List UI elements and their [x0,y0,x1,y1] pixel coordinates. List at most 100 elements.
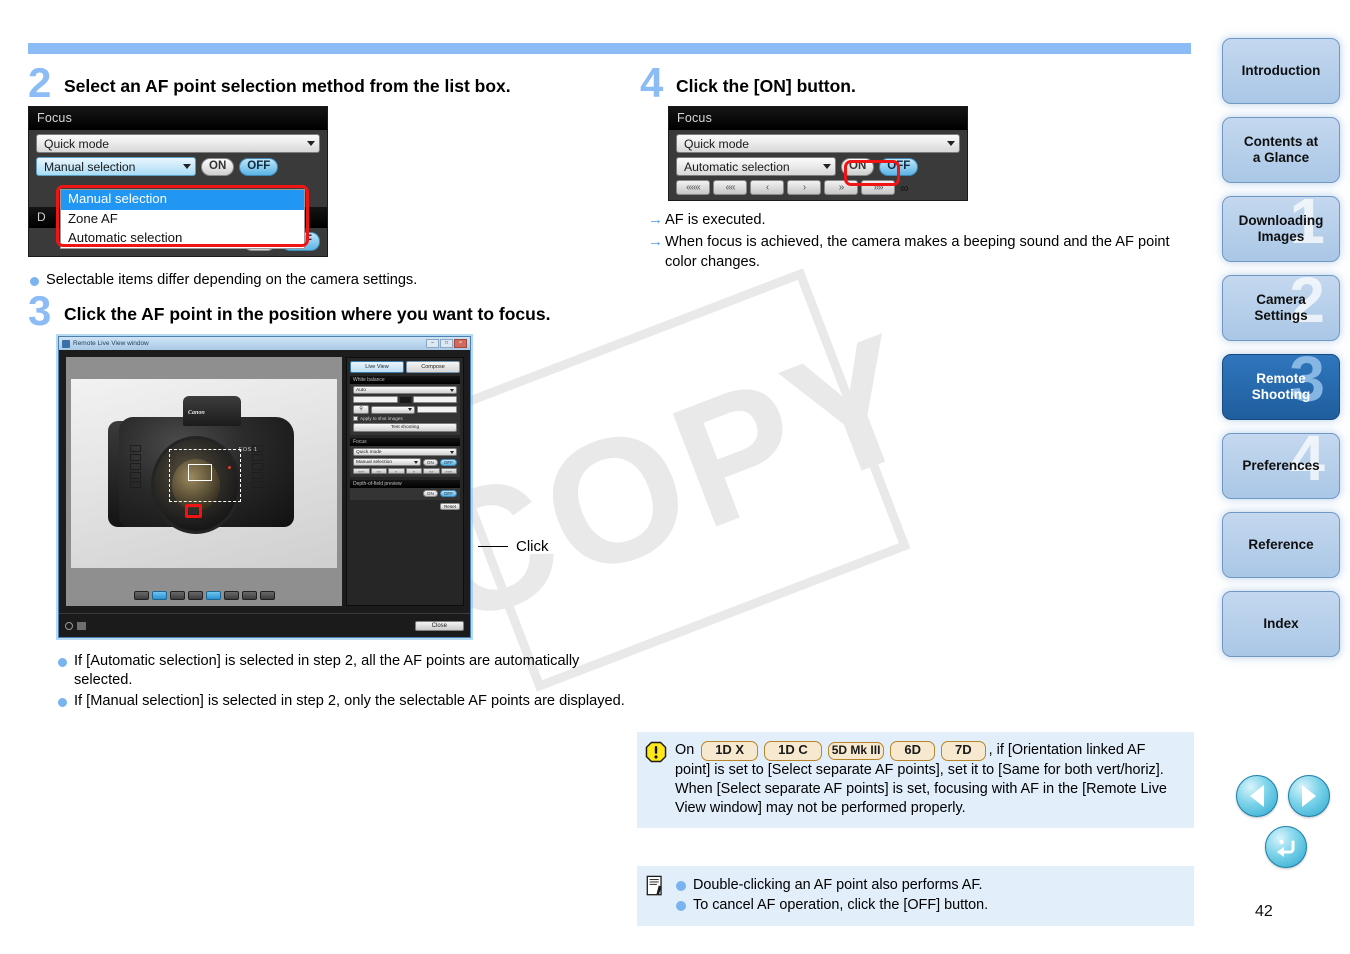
grid-tool-icon[interactable] [151,591,167,601]
af-point-column-left [129,445,141,489]
focus-panel-title: Focus [29,107,327,131]
page-navigation [1236,775,1336,868]
next-page-button[interactable] [1288,775,1330,817]
overlay-tool-icon[interactable] [223,591,239,601]
af-mode-value-4: Quick mode [684,136,750,151]
step-3-number: 3 [28,286,52,334]
sidebar-item-index[interactable]: Index [1222,591,1340,657]
focus-off-button[interactable]: OFF [439,458,457,466]
focus-far-3-button[interactable]: »» [861,180,895,196]
sidebar-item-label: Camera Settings [1254,292,1308,323]
left-content-column: 2 Select an AF point selection method fr… [28,62,628,712]
apply-to-shot-images-checkbox[interactable]: Apply to shot images [353,416,457,422]
checkbox-icon [353,416,358,422]
chevron-down-icon [823,164,831,170]
focus-near-3-button[interactable]: ««« [676,180,710,196]
maximize-button[interactable]: □ [440,339,453,349]
sidebar-item-label: Introduction [1241,63,1321,79]
camera-status-icon [77,621,86,630]
focus-near-2-button[interactable]: «« [713,180,747,196]
af-off-button[interactable]: OFF [239,157,279,176]
dof-off-button[interactable]: OFF [439,490,457,498]
sidebar-item-reference[interactable]: Reference [1222,512,1340,578]
focus-nav-buttons[interactable]: ««« «« « » »» »»» [353,468,457,475]
step-3-note-2: If [Manual selection] is selected in ste… [56,692,628,711]
chevron-down-icon [413,460,418,464]
focus-near-2[interactable]: «« [370,468,387,475]
wb-eyedropper-button[interactable]: ⚲ [353,405,369,415]
live-view-toolbar[interactable] [66,591,342,601]
dropdown-option-manual[interactable]: Manual selection [61,190,304,210]
minimize-button[interactable]: – [426,339,439,349]
focus-far-2-button[interactable]: » [824,180,858,196]
focus-near-1[interactable]: « [388,468,405,475]
focus-far-2[interactable]: »» [423,468,440,475]
note-item-2: To cancel AF operation, click the [OFF] … [675,895,1182,915]
test-shooting-button[interactable]: Test shooting [353,423,457,433]
white-balance-combo[interactable]: Auto [353,386,457,395]
tab-live-view[interactable]: Live View [350,361,404,374]
move-tool-icon[interactable] [133,591,149,601]
sidebar-item-remote-shooting[interactable]: 3 Remote Shooting [1222,354,1340,420]
focus-far-1[interactable]: » [405,468,422,475]
focus-nav-row-4[interactable]: ««« «« ‹ › » »» ∞ [676,180,960,196]
step-2-notes: Selectable items differ depending on the… [28,271,628,290]
chevron-down-icon [450,450,454,454]
rotate-right-icon[interactable] [187,591,203,601]
focus-on-button[interactable]: ON [422,458,438,466]
step-4-number: 4 [640,59,664,106]
arrow-right-icon [1302,785,1316,807]
sidebar-item-label: Contents at a Glance [1243,134,1319,165]
chevron-down-icon [183,164,191,170]
step-3-notes: If [Automatic selection] is selected in … [56,652,628,711]
af-mode-combo[interactable]: Quick mode [36,134,320,154]
back-button[interactable] [1265,826,1307,868]
apply-to-shot-images-label: Apply to shot images [360,416,403,422]
sidebar-item-camera-settings[interactable]: 2 Camera Settings [1222,275,1340,341]
af-selection-combo[interactable]: Manual selection [36,157,196,177]
side-panel-tabs[interactable]: Live View Compose [350,361,460,374]
focus-near-3[interactable]: ««« [353,468,370,475]
focus-near-1-button[interactable]: ‹ [750,180,784,196]
af-on-button-4[interactable]: ON [841,157,875,176]
dropdown-option-automatic[interactable]: Automatic selection [61,229,304,248]
warning-icon [645,741,667,763]
af-selection-combo-4[interactable]: Automatic selection [676,157,836,177]
af-point-selected[interactable] [185,503,203,518]
sidebar-item-preferences[interactable]: 4 Preferences [1222,433,1340,499]
histogram-icon[interactable] [241,591,257,601]
sidebar-item-label: Downloading Images [1238,213,1324,244]
focus-mode-combo[interactable]: Quick mode [353,448,457,457]
warning-notice: On 1D X 1D C 5D Mk III 6D 7D, if [Orientatio… [637,732,1194,828]
dof-on-button[interactable]: ON [422,490,438,498]
close-window-button[interactable]: Close [414,620,464,631]
step-3-note-1: If [Automatic selection] is selected in … [56,652,628,691]
sidebar-item-introduction[interactable]: Introduction [1222,38,1340,104]
wb-value-field[interactable] [353,396,398,404]
af-mode-combo-4[interactable]: Quick mode [676,134,960,154]
zoom-tool-icon[interactable] [259,591,275,601]
focus-far-3[interactable]: »»» [440,468,457,475]
close-icon[interactable]: × [454,339,467,349]
model-badge-7d: 7D [941,741,986,761]
infinity-icon: ∞ [900,180,909,195]
dof-preview-group: Depth-of-field preview ON OFF [350,480,460,501]
focus-far-1-button[interactable]: › [787,180,821,196]
aspect-tool-icon[interactable] [205,591,221,601]
wb-value-field-2[interactable] [412,396,457,404]
dropdown-option-zone[interactable]: Zone AF [61,210,304,229]
live-view-viewport[interactable]: Canon EOS-1 [66,357,342,607]
focus-selection-combo[interactable]: Manual selection [353,458,421,467]
af-point-inner [188,464,212,482]
reset-button[interactable]: Reset [439,503,460,511]
model-badge-1dx: 1D X [701,741,759,761]
rotate-left-icon[interactable] [169,591,185,601]
sidebar-item-contents-at-a-glance[interactable]: Contents at a Glance [1222,117,1340,183]
step-3-heading: 3 Click the AF point in the position whe… [28,289,628,331]
af-selection-dropdown-list[interactable]: Manual selection Zone AF Automatic selec… [60,189,305,250]
af-off-button-4[interactable]: OFF [879,157,919,176]
tab-compose[interactable]: Compose [406,361,460,374]
previous-page-button[interactable] [1236,775,1278,817]
sidebar-item-downloading-images[interactable]: 1 Downloading Images [1222,196,1340,262]
af-on-button[interactable]: ON [201,157,235,176]
